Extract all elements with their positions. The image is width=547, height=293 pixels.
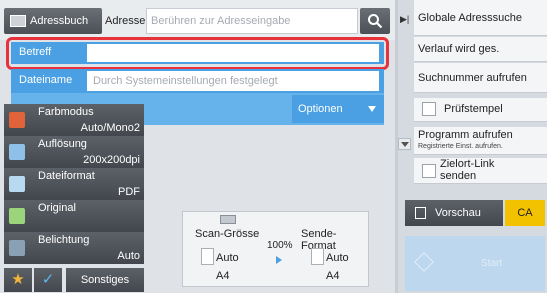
- original-button[interactable]: Original: [4, 200, 144, 232]
- address-label: Adresse: [105, 15, 146, 27]
- send-size-value: Auto: [326, 252, 349, 264]
- recall-program-label: Programm aufrufen: [418, 129, 513, 141]
- options-button[interactable]: Optionen: [292, 95, 384, 123]
- exposure-label: Belichtung: [38, 234, 90, 246]
- search-button[interactable]: [360, 8, 390, 34]
- preview-label: Vorschau: [435, 207, 481, 219]
- more-options-dropdown[interactable]: [398, 138, 411, 150]
- verify-stamp-button[interactable]: Prüfstempel: [414, 98, 547, 122]
- chevron-down-icon: [401, 142, 409, 147]
- file-format-label: Dateiformat: [38, 170, 95, 182]
- arrow-right-icon: [276, 256, 282, 264]
- resolution-label: Auflösung: [38, 138, 87, 150]
- send-document-icon: [311, 248, 324, 265]
- original-label: Original: [38, 202, 76, 214]
- other-settings-button[interactable]: Sonstiges: [66, 268, 144, 292]
- resolution-button[interactable]: Auflösung 200x200dpi: [4, 136, 144, 168]
- scan-size-label: Scan-Grösse: [195, 228, 260, 240]
- addressbook-icon: [10, 15, 26, 27]
- favorites-button[interactable]: ★: [4, 268, 32, 292]
- file-format-button[interactable]: Dateiformat PDF: [4, 168, 144, 200]
- preview-icon: [415, 207, 426, 219]
- color-mode-icon: [9, 112, 25, 128]
- verify-stamp-checkbox[interactable]: [422, 102, 436, 116]
- exposure-icon: [9, 240, 25, 256]
- exposure-button[interactable]: Belichtung Auto: [4, 232, 144, 264]
- recall-program-button[interactable]: Programm aufrufen Registrierte Einst. au…: [414, 127, 547, 155]
- file-format-value: PDF: [118, 186, 140, 198]
- filename-label: Dateiname: [19, 74, 73, 86]
- collapse-arrow-icon[interactable]: ▶|: [400, 14, 409, 25]
- search-icon: [368, 14, 383, 29]
- send-link-checkbox[interactable]: [422, 164, 436, 178]
- addressbook-label: Adressbuch: [30, 15, 89, 27]
- global-address-search-button[interactable]: Globale Adresssuche: [414, 0, 547, 36]
- recall-program-sub: Registrierte Einst. aufrufen.: [418, 143, 503, 150]
- history-button[interactable]: Verlauf wird ges.: [414, 37, 547, 62]
- filename-field[interactable]: Durch Systemeinstellungen festgelegt: [87, 71, 379, 91]
- scan-size-value: Auto: [216, 252, 239, 264]
- dropdown-arrow-icon: [368, 106, 376, 112]
- search-number-button[interactable]: Suchnummer aufrufen: [414, 63, 547, 93]
- scan-document-icon: [201, 248, 214, 265]
- ratio-value: 100%: [267, 240, 293, 251]
- clear-all-button[interactable]: CA: [505, 200, 545, 226]
- start-label: Start: [481, 258, 503, 269]
- filename-row[interactable]: Dateiname Durch Systemeinstellungen fest…: [11, 69, 384, 93]
- color-mode-button[interactable]: Farbmodus Auto/Mono2: [4, 104, 144, 136]
- scanner-icon: [220, 215, 236, 224]
- address-input[interactable]: Berühren zur Adresseingabe: [146, 8, 358, 34]
- exposure-value: Auto: [117, 250, 140, 262]
- resolution-value: 200x200dpi: [83, 154, 140, 166]
- send-link-button[interactable]: Zielort-Link senden: [414, 158, 547, 184]
- send-paper-value: A4: [326, 270, 340, 282]
- size-preview-panel[interactable]: Scan-Grösse Sende-Format 100% Auto Auto …: [182, 211, 369, 287]
- scan-paper-value: A4: [216, 270, 230, 282]
- addressbook-button[interactable]: Adressbuch: [4, 8, 102, 34]
- options-label: Optionen: [298, 103, 343, 115]
- color-mode-value: Auto/Mono2: [80, 122, 140, 134]
- start-icon: [414, 252, 434, 272]
- send-link-label-1: Zielort-Link: [440, 158, 495, 170]
- file-format-icon: [9, 176, 25, 192]
- preview-button[interactable]: Vorschau: [405, 200, 503, 226]
- subject-highlight-frame: [6, 37, 389, 70]
- start-button[interactable]: Start: [405, 236, 545, 291]
- check-button[interactable]: ✓: [34, 268, 62, 292]
- color-mode-label: Farbmodus: [38, 106, 94, 118]
- star-icon: ★: [11, 271, 25, 288]
- original-icon: [9, 208, 25, 224]
- resolution-icon: [9, 144, 25, 160]
- send-link-label-2: senden: [440, 170, 477, 182]
- verify-stamp-label: Prüfstempel: [444, 103, 503, 115]
- checkmark-icon: ✓: [41, 271, 55, 288]
